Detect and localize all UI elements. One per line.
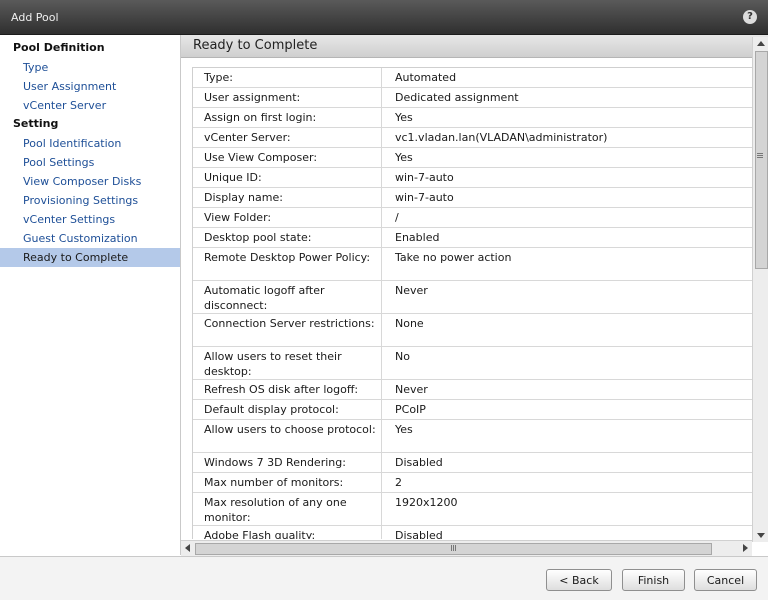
- row-value: Yes: [395, 423, 413, 436]
- row-key: Allow users to reset their desktop:: [193, 347, 382, 379]
- page-title: Ready to Complete: [193, 38, 318, 53]
- table-row: Allow users to reset their desktop: No: [193, 347, 753, 380]
- finish-button[interactable]: Finish: [622, 569, 685, 591]
- row-key: Assign on first login:: [193, 108, 382, 127]
- h-scroll-thumb[interactable]: [195, 543, 712, 555]
- vertical-scrollbar[interactable]: [752, 37, 768, 542]
- row-value: Yes: [395, 111, 413, 124]
- row-value: Take no power action: [395, 251, 512, 264]
- table-row: Allow users to choose protocol: Yes: [193, 420, 753, 453]
- table-row: Connection Server restrictions: None: [193, 314, 753, 347]
- table-row: View Folder: /: [193, 208, 753, 228]
- scroll-right-icon[interactable]: [743, 544, 748, 552]
- nav-item-type[interactable]: Type: [0, 58, 180, 77]
- scroll-up-icon[interactable]: [757, 41, 765, 46]
- nav-section-pool-definition: Pool Definition: [13, 41, 105, 54]
- row-value: Disabled: [395, 456, 443, 469]
- grip-icon: [451, 545, 452, 551]
- row-key: Connection Server restrictions:: [193, 314, 382, 346]
- window-title: Add Pool: [11, 11, 59, 24]
- table-row: Default display protocol: PCoIP: [193, 400, 753, 420]
- row-key: Use View Composer:: [193, 148, 382, 167]
- row-value: Enabled: [395, 231, 440, 244]
- row-key: Allow users to choose protocol:: [193, 420, 382, 452]
- table-row: Unique ID: win-7-auto: [193, 168, 753, 188]
- nav-item-vcenter-settings[interactable]: vCenter Settings: [0, 210, 180, 229]
- row-key: Default display protocol:: [193, 400, 382, 419]
- scroll-thumb[interactable]: [755, 51, 768, 269]
- nav-item-pool-settings[interactable]: Pool Settings: [0, 153, 180, 172]
- row-value: vc1.vladan.lan(VLADAN\administrator): [395, 131, 608, 144]
- row-value: /: [395, 211, 399, 224]
- row-value: None: [395, 317, 424, 330]
- table-row: Refresh OS disk after logoff: Never: [193, 380, 753, 400]
- table-row: Assign on first login: Yes: [193, 108, 753, 128]
- summary-table: Type: Automated User assignment: Dedicat…: [192, 67, 753, 539]
- row-key: Display name:: [193, 188, 382, 207]
- row-key: Unique ID:: [193, 168, 382, 187]
- main-panel: Ready to Complete Type: Automated User a…: [181, 35, 768, 556]
- table-row: Use View Composer: Yes: [193, 148, 753, 168]
- title-bar: Add Pool ?: [0, 0, 768, 35]
- nav-item-view-composer-disks[interactable]: View Composer Disks: [0, 172, 180, 191]
- cancel-button[interactable]: Cancel: [694, 569, 757, 591]
- row-value: No: [395, 350, 410, 363]
- row-key: Desktop pool state:: [193, 228, 382, 247]
- row-key: Adobe Flash quality:: [193, 526, 382, 539]
- row-key: Remote Desktop Power Policy:: [193, 248, 382, 280]
- row-key: User assignment:: [193, 88, 382, 107]
- wizard-nav: Pool Definition Type User Assignment vCe…: [0, 35, 181, 555]
- table-row: Automatic logoff after disconnect: Never: [193, 281, 753, 314]
- row-key: Max resolution of any one monitor:: [193, 493, 382, 525]
- nav-item-vcenter-server[interactable]: vCenter Server: [0, 96, 180, 115]
- row-value: Never: [395, 383, 428, 396]
- table-row: Type: Automated: [193, 68, 753, 88]
- row-value: PCoIP: [395, 403, 426, 416]
- nav-item-provisioning-settings[interactable]: Provisioning Settings: [0, 191, 180, 210]
- scroll-down-icon[interactable]: [757, 533, 765, 538]
- help-icon[interactable]: ?: [743, 10, 757, 24]
- row-value: Yes: [395, 151, 413, 164]
- table-row: Windows 7 3D Rendering: Disabled: [193, 453, 753, 473]
- row-key: View Folder:: [193, 208, 382, 227]
- dialog-footer: < Back Finish Cancel: [0, 556, 768, 600]
- row-value: win-7-auto: [395, 191, 454, 204]
- table-row: Desktop pool state: Enabled: [193, 228, 753, 248]
- nav-item-ready-to-complete[interactable]: Ready to Complete: [0, 248, 180, 267]
- nav-item-guest-customization[interactable]: Guest Customization: [0, 229, 180, 248]
- table-row: Remote Desktop Power Policy: Take no pow…: [193, 248, 753, 281]
- table-row: vCenter Server: vc1.vladan.lan(VLADAN\ad…: [193, 128, 753, 148]
- grip-icon: [757, 153, 763, 154]
- row-value: Disabled: [395, 529, 443, 539]
- table-row: Adobe Flash quality: Disabled: [193, 526, 753, 539]
- row-value: 1920x1200: [395, 496, 458, 509]
- row-value: win-7-auto: [395, 171, 454, 184]
- table-row: Max number of monitors: 2: [193, 473, 753, 493]
- table-row: User assignment: Dedicated assignment: [193, 88, 753, 108]
- table-row: Max resolution of any one monitor: 1920x…: [193, 493, 753, 526]
- row-value: Never: [395, 284, 428, 297]
- scroll-left-icon[interactable]: [185, 544, 190, 552]
- horizontal-scrollbar[interactable]: [181, 540, 752, 556]
- row-key: Windows 7 3D Rendering:: [193, 453, 382, 472]
- row-key: Type:: [193, 68, 382, 87]
- page-header: Ready to Complete: [181, 35, 768, 58]
- row-key: Refresh OS disk after logoff:: [193, 380, 382, 399]
- row-key: Max number of monitors:: [193, 473, 382, 492]
- back-button[interactable]: < Back: [546, 569, 612, 591]
- nav-item-user-assignment[interactable]: User Assignment: [0, 77, 180, 96]
- row-key: vCenter Server:: [193, 128, 382, 147]
- table-row: Display name: win-7-auto: [193, 188, 753, 208]
- row-key: Automatic logoff after disconnect:: [193, 281, 382, 313]
- row-value: Automated: [395, 71, 457, 84]
- nav-section-setting: Setting: [13, 117, 59, 130]
- row-value: Dedicated assignment: [395, 91, 519, 104]
- row-value: 2: [395, 476, 402, 489]
- nav-item-pool-identification[interactable]: Pool Identification: [0, 134, 180, 153]
